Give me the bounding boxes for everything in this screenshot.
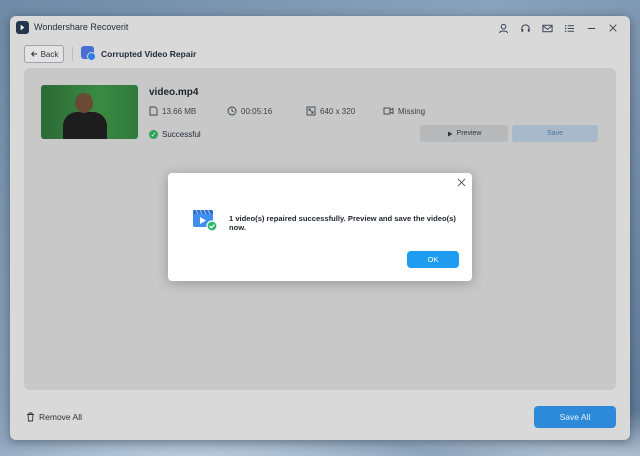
app-title: Wondershare Recoverit [34, 22, 129, 32]
dialog-message: 1 video(s) repaired successfully. Previe… [229, 214, 456, 232]
remove-all-label: Remove All [39, 412, 82, 422]
resolution-value: 640 x 320 [320, 106, 356, 116]
save-button[interactable]: Save [512, 125, 598, 142]
file-icon [149, 106, 158, 116]
file-size: 13.66 MB [149, 106, 196, 116]
arrow-left-icon [30, 51, 37, 57]
app-logo-icon [16, 21, 29, 34]
repair-success-dialog: 1 video(s) repaired successfully. Previe… [168, 173, 472, 281]
minimize-icon[interactable] [580, 19, 602, 37]
trash-icon [27, 412, 34, 422]
audio-icon [383, 107, 394, 115]
check-circle-icon: ✓ [149, 130, 158, 139]
back-label: Back [40, 49, 59, 59]
footer-bar: Remove All Save All [10, 402, 630, 440]
dialog-close-icon[interactable] [457, 175, 466, 190]
save-all-label: Save All [559, 412, 591, 422]
preview-button[interactable]: Preview [420, 125, 508, 142]
mail-icon[interactable] [536, 19, 558, 37]
save-all-button[interactable]: Save All [534, 406, 616, 428]
audio-status: Missing [383, 106, 425, 116]
ok-label: OK [427, 255, 439, 264]
headset-icon[interactable] [514, 19, 536, 37]
title-bar: Wondershare Recoverit [10, 16, 630, 40]
duration-value: 00:05:16 [241, 106, 273, 116]
video-success-icon [192, 206, 218, 232]
video-thumbnail[interactable] [41, 85, 138, 139]
ok-button[interactable]: OK [407, 251, 459, 268]
file-size-value: 13.66 MB [162, 106, 197, 116]
video-resolution: 640 x 320 [306, 106, 355, 116]
back-button[interactable]: Back [24, 45, 64, 63]
repair-status: ✓ Successful [149, 130, 201, 139]
nav-divider [72, 47, 73, 61]
user-icon[interactable] [492, 19, 514, 37]
video-file-name: video.mp4 [149, 87, 199, 98]
remove-all-button[interactable]: Remove All [26, 412, 82, 422]
page-title: Corrupted Video Repair [101, 49, 197, 59]
save-label: Save [547, 130, 563, 137]
audio-value: Missing [398, 106, 426, 116]
play-icon [447, 131, 453, 136]
resolution-icon [306, 106, 316, 116]
status-text: Successful [162, 130, 201, 139]
preview-label: Preview [456, 130, 482, 137]
nav-bar: Back Corrupted Video Repair [10, 40, 630, 68]
list-icon[interactable] [558, 19, 580, 37]
video-repair-icon [81, 46, 96, 61]
video-duration: 00:05:16 [227, 106, 272, 116]
clock-icon [227, 106, 237, 116]
close-icon[interactable] [602, 19, 624, 37]
